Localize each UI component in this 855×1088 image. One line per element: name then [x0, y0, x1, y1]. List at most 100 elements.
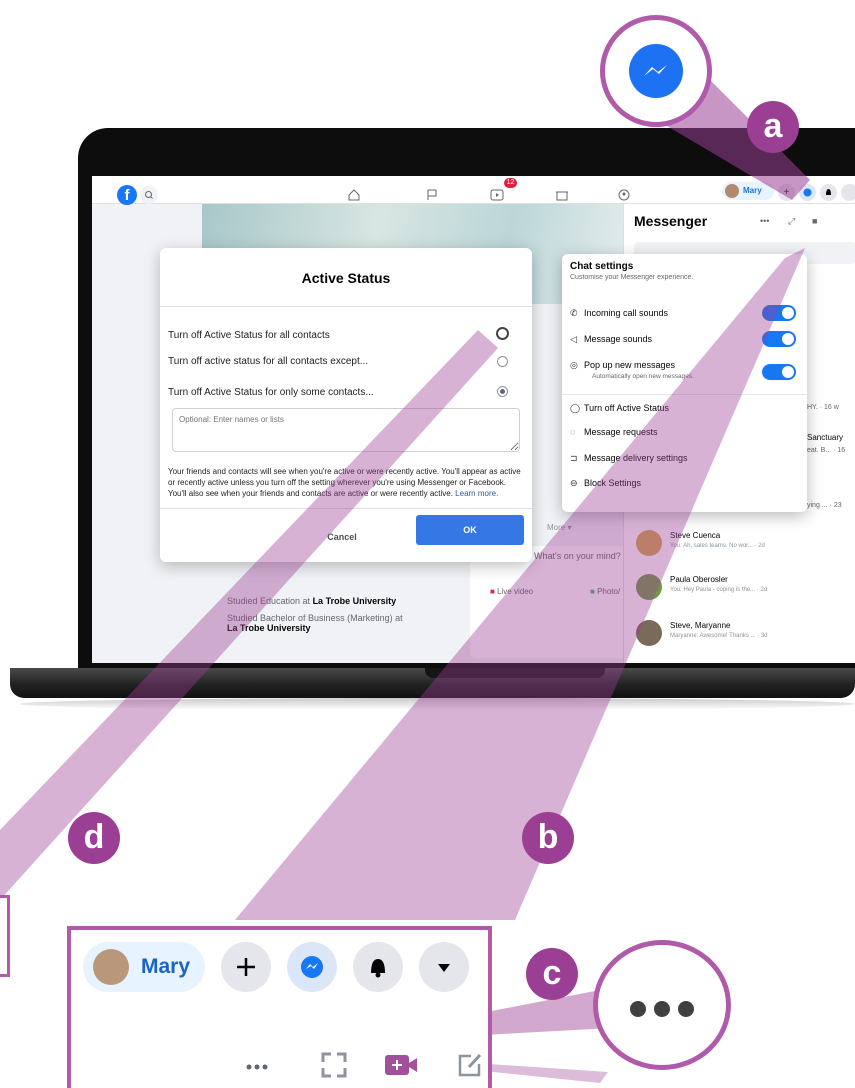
messenger-title: Messenger [634, 213, 708, 229]
avatar [636, 620, 662, 646]
chat-name: Steve, Maryanne [670, 621, 731, 630]
chat-preview-fragment: HY. · 16 w [807, 404, 839, 411]
live-video-button[interactable]: ■ Live video [490, 587, 533, 596]
popup-icon: ◎ [570, 360, 578, 370]
chat-name-fragment: Sanctuary [807, 433, 844, 442]
messenger-zoom-circle [600, 15, 712, 127]
learn-more-link[interactable]: Learn more. [455, 489, 498, 498]
chat-settings-title: Chat settings [570, 261, 634, 272]
education-line-1: Studied Education at La Trobe University [227, 596, 397, 606]
message-requests-item[interactable]: ◌ Message requests [570, 427, 800, 437]
speaker-icon: ◁ [570, 334, 577, 344]
profile-name: Mary [141, 955, 191, 978]
chat-row[interactable]: Paula Oberosler You: Hey Paula - coping … [636, 574, 855, 614]
search-icon[interactable] [140, 186, 158, 204]
chat-name: Steve Cuenca [670, 531, 721, 540]
dialog-description: Your friends and contacts will see when … [168, 467, 521, 498]
chat-row[interactable]: Steve Cuenca You: Ah, sales teams. No wo… [636, 530, 855, 570]
messenger-icon [629, 44, 683, 98]
option-some-contacts[interactable]: Turn off Active Status for only some con… [168, 387, 374, 398]
delivery-icon: ⊐ [570, 453, 578, 463]
laptop-notch [425, 668, 605, 678]
more-options-icon[interactable]: ••• [760, 216, 769, 226]
cancel-button[interactable]: Cancel [307, 525, 377, 549]
chat-name: Paula Oberosler [670, 575, 728, 584]
new-message-compose-icon[interactable] [455, 1050, 485, 1080]
dot [654, 1001, 670, 1017]
callout-label-c: c [526, 948, 578, 1000]
dot [678, 1001, 694, 1017]
ok-button[interactable]: OK [416, 515, 524, 545]
chat-settings-menu: Chat settings Customise your Messenger e… [562, 254, 807, 512]
more-options-icon[interactable] [243, 1062, 283, 1072]
block-icon: ⊖ [570, 478, 578, 488]
new-room-icon[interactable]: ■ [812, 216, 817, 226]
active-status-dialog: Active Status Turn off Active Status for… [160, 248, 532, 562]
groups-icon[interactable] [617, 189, 631, 201]
option-all-contacts[interactable]: Turn off Active Status for all contacts [168, 330, 330, 341]
expand-icon[interactable] [319, 1050, 349, 1080]
divider [562, 394, 807, 395]
new-room-video-icon[interactable] [383, 1050, 419, 1080]
messenger-icon[interactable] [799, 184, 816, 201]
messenger-icon[interactable] [287, 942, 337, 992]
account-menu-icon[interactable] [841, 184, 855, 201]
option-all-except[interactable]: Turn off active status for all contacts … [168, 356, 368, 367]
account-menu-icon[interactable] [419, 942, 469, 992]
profile-name: Mary [743, 186, 762, 195]
dialog-title: Active Status [301, 270, 391, 286]
avatar [93, 949, 129, 985]
create-plus-icon[interactable]: + [778, 184, 795, 201]
laptop-screen: f 12 Mary + Studied Education at La Trob… [92, 176, 855, 663]
dot [630, 1001, 646, 1017]
chat-bubble-icon: ◌ [570, 427, 576, 437]
notifications-bell-icon[interactable] [820, 184, 837, 201]
chat-preview-fragment: eat. B... · 16 [807, 447, 846, 454]
chat-settings-subtitle: Customise your Messenger experience. [570, 274, 694, 281]
profile-intro: Studied Education at La Trobe University… [227, 596, 467, 663]
radio-all-except[interactable] [497, 356, 508, 367]
marketplace-icon[interactable] [555, 189, 569, 201]
home-icon[interactable] [347, 189, 361, 201]
avatar [636, 530, 662, 556]
laptop-shadow [20, 698, 855, 710]
block-settings-item[interactable]: ⊖ Block Settings [570, 478, 800, 489]
avatar [636, 574, 662, 600]
avatar [725, 184, 739, 198]
callout-label-b: b [522, 812, 574, 864]
watch-icon[interactable] [490, 189, 504, 201]
divider [160, 508, 532, 509]
watch-badge: 12 [504, 178, 517, 188]
education-line-2: Studied Bachelor of Business (Marketing)… [227, 613, 403, 633]
pages-flag-icon[interactable] [425, 189, 439, 201]
profile-pill[interactable]: Mary [722, 182, 774, 200]
callout-label-a: a [747, 101, 799, 153]
profile-pill[interactable]: Mary [83, 942, 205, 992]
active-status-icon: ◯ [570, 403, 581, 413]
chat-row[interactable]: Steve, Maryanne Maryanne: Awesome! Thank… [636, 620, 855, 660]
facebook-top-bar: f 12 Mary + [92, 176, 855, 205]
divider [160, 306, 532, 307]
more-options-zoom-circle [593, 940, 731, 1070]
incoming-call-sounds-toggle[interactable] [762, 305, 796, 321]
expand-icon[interactable]: ⤢ [788, 216, 795, 227]
chat-preview: You: Ah, sales teams. No wor... · 2d [670, 543, 765, 549]
post-prompt[interactable]: What's on your mind? [534, 551, 621, 561]
names-input[interactable] [172, 408, 520, 452]
turn-off-active-status-item[interactable]: ◯ Turn off Active Status [570, 403, 800, 414]
zoom-box-d [0, 895, 10, 977]
photo-button[interactable]: ■ Photo/ [590, 587, 620, 596]
message-delivery-item[interactable]: ⊐ Message delivery settings [570, 453, 800, 464]
pop-up-messages-toggle[interactable] [762, 364, 796, 380]
message-sounds-toggle[interactable] [762, 331, 796, 347]
create-plus-icon[interactable] [221, 942, 271, 992]
radio-all-contacts[interactable] [496, 327, 509, 340]
notifications-bell-icon[interactable] [353, 942, 403, 992]
facebook-logo-icon[interactable]: f [117, 185, 137, 205]
chat-preview-fragment: ying ... · 23 [807, 502, 842, 509]
callout-label-d: d [68, 812, 120, 864]
zoom-box-b: Mary [67, 926, 492, 1088]
chat-preview: Maryanne: Awesome! Thanks ... · 3d [670, 633, 768, 639]
more-tab[interactable]: More ▾ [547, 523, 571, 532]
radio-some-contacts[interactable] [497, 386, 508, 397]
